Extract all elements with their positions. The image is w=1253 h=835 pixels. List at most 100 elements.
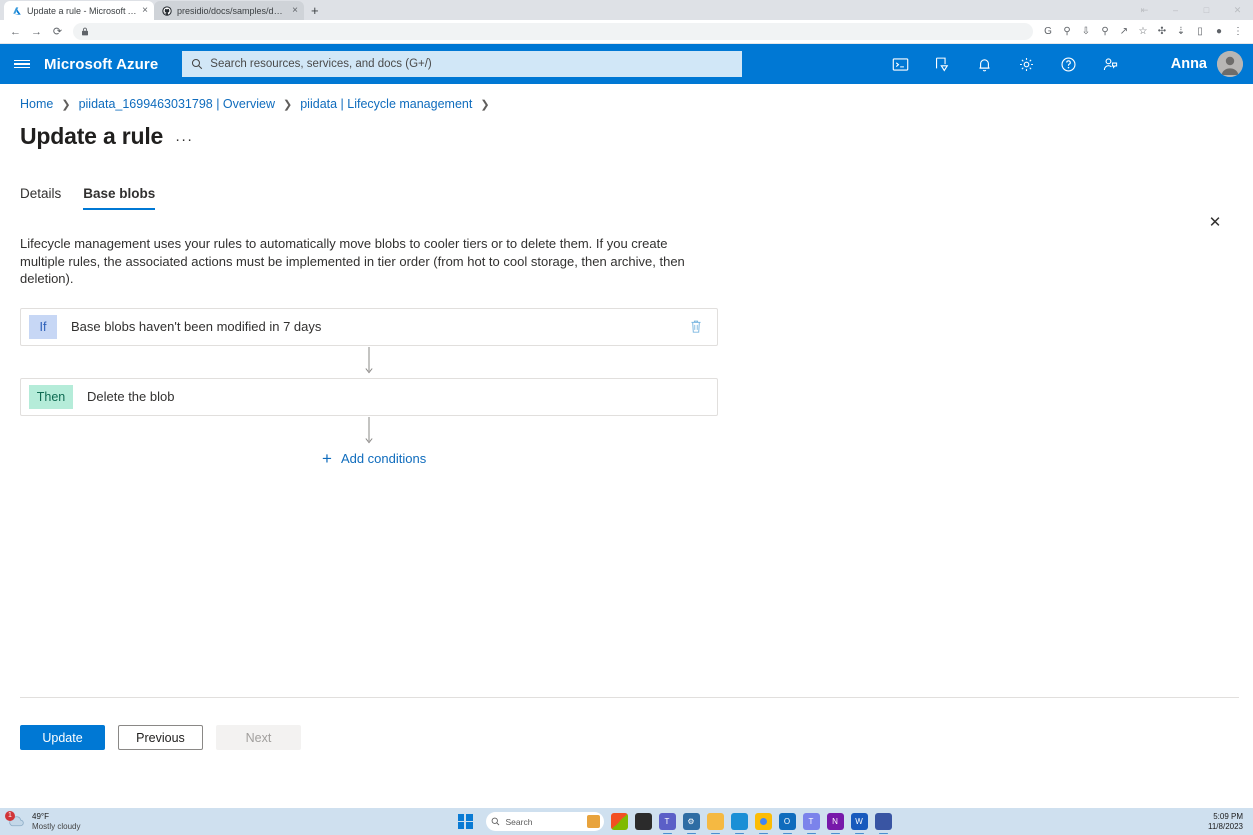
- rules-section: If Base blobs haven't been modified in 7…: [0, 288, 1253, 470]
- connector-arrow-2: [20, 416, 718, 448]
- breadcrumb-item-lifecycle-management[interactable]: piidata | Lifecycle management: [300, 97, 472, 111]
- tab-base-blobs[interactable]: Base blobs: [83, 186, 156, 210]
- blade-tabs: Details Base blobs: [0, 150, 1253, 210]
- settings-gear-icon[interactable]: [1007, 44, 1047, 84]
- settings-icon[interactable]: ⚙: [682, 813, 700, 834]
- chevron-right-icon: ❯: [283, 98, 293, 111]
- taskbar-search-input[interactable]: Search: [485, 812, 604, 831]
- if-condition-text: Base blobs haven't been modified in 7 da…: [71, 319, 322, 334]
- previous-button[interactable]: Previous: [118, 725, 203, 750]
- windows-start-icon[interactable]: [457, 814, 473, 829]
- weather-widget[interactable]: 1 49°F Mostly cloudy: [5, 810, 176, 831]
- browser-tab-title: presidio/docs/samples/deploy: [177, 5, 288, 16]
- file-explorer-icon[interactable]: [706, 813, 724, 834]
- copilot-icon[interactable]: [610, 813, 628, 830]
- address-bar[interactable]: [73, 23, 1033, 40]
- global-search-placeholder: Search resources, services, and docs (G+…: [210, 58, 432, 70]
- chevron-right-icon: ❯: [61, 98, 71, 111]
- word-icon[interactable]: W: [850, 813, 868, 834]
- global-search-input[interactable]: Search resources, services, and docs (G+…: [182, 51, 743, 77]
- install-icon[interactable]: ⇩: [1077, 26, 1095, 37]
- chrome-icon[interactable]: [754, 813, 772, 834]
- more-options-icon[interactable]: ···: [175, 125, 193, 148]
- browser-tab-azure[interactable]: Update a rule - Microsoft Azure ×: [4, 1, 154, 20]
- browser-toolbar: ← → ⟳ G ⚲ ⇩ ⚲ ↗ ☆ ✣ ⇣ ▯ ● ⋮: [0, 20, 1253, 44]
- google-icon[interactable]: G: [1039, 26, 1057, 37]
- then-action-text: Delete the blob: [87, 389, 175, 404]
- cloud-shell-icon[interactable]: [881, 44, 921, 84]
- forward-icon[interactable]: →: [27, 22, 46, 41]
- next-button: Next: [216, 725, 301, 750]
- window-minimize-icon[interactable]: –: [1160, 0, 1191, 20]
- azure-global-header: Microsoft Azure Search resources, servic…: [0, 44, 1253, 84]
- browser-tabstrip: Update a rule - Microsoft Azure × presid…: [0, 0, 1253, 20]
- search-icon: [191, 58, 203, 70]
- username-label: Anna: [1170, 56, 1207, 72]
- file-explorer-dark-icon[interactable]: [634, 813, 652, 830]
- extensions-icon[interactable]: ✣: [1153, 26, 1171, 37]
- breadcrumb-item-storage-overview[interactable]: piidata_1699463031798 | Overview: [79, 97, 275, 111]
- outlook-icon[interactable]: O: [778, 813, 796, 834]
- update-button[interactable]: Update: [20, 725, 105, 750]
- clock-time: 5:09 PM: [1213, 811, 1243, 821]
- teams-icon[interactable]: T: [658, 813, 676, 834]
- feedback-icon[interactable]: [1091, 44, 1131, 84]
- downloads-icon[interactable]: ⇣: [1172, 26, 1190, 37]
- bookmark-star-icon[interactable]: ☆: [1134, 26, 1152, 37]
- close-icon[interactable]: ×: [142, 5, 148, 16]
- breadcrumb-item-home[interactable]: Home: [20, 97, 53, 111]
- weather-temperature: 49°F: [32, 812, 49, 821]
- add-conditions-button[interactable]: + Add conditions: [20, 448, 1253, 470]
- then-badge: Then: [29, 384, 73, 409]
- weather-cloud-icon: 1: [5, 810, 26, 831]
- window-close-icon[interactable]: ✕: [1222, 0, 1253, 20]
- weather-condition: Mostly cloudy: [32, 821, 81, 831]
- weather-notification-badge: 1: [5, 810, 15, 821]
- rule-if-card[interactable]: If Base blobs haven't been modified in 7…: [20, 307, 718, 346]
- zoom-icon[interactable]: ⚲: [1096, 26, 1114, 37]
- if-badge: If: [29, 314, 57, 339]
- visio-icon[interactable]: [874, 813, 892, 834]
- description-text: Lifecycle management uses your rules to …: [20, 236, 685, 286]
- footer-buttons: Update Previous Next: [20, 725, 301, 750]
- github-icon: [162, 5, 172, 16]
- browser-tab-title: Update a rule - Microsoft Azure: [27, 5, 138, 16]
- browser-toolbar-icons: G ⚲ ⇩ ⚲ ↗ ☆ ✣ ⇣ ▯ ● ⋮: [1039, 26, 1247, 37]
- profile-icon[interactable]: ●: [1210, 26, 1228, 37]
- user-account[interactable]: Anna: [1171, 51, 1243, 77]
- trash-icon[interactable]: [689, 319, 703, 334]
- hamburger-icon[interactable]: [0, 44, 44, 84]
- back-icon[interactable]: ←: [6, 22, 25, 41]
- help-question-icon[interactable]: [1049, 44, 1089, 84]
- rule-then-card[interactable]: Then Delete the blob: [20, 377, 718, 416]
- header-action-icons: [881, 44, 1131, 84]
- onenote-icon[interactable]: N: [826, 813, 844, 834]
- connector-arrow-1: [20, 346, 718, 378]
- sidepanel-icon[interactable]: ▯: [1191, 26, 1209, 37]
- azure-icon: [12, 6, 22, 16]
- azure-brand[interactable]: Microsoft Azure: [44, 56, 158, 73]
- close-blade-icon[interactable]: ✕: [1201, 208, 1229, 236]
- page-header: Update a rule ···: [0, 111, 1253, 150]
- taskbar-search-placeholder: Search: [505, 816, 533, 827]
- share-icon[interactable]: ↗: [1115, 26, 1133, 37]
- close-icon[interactable]: ×: [292, 5, 298, 16]
- window-restore-icon[interactable]: ⇤: [1129, 0, 1160, 20]
- key-icon[interactable]: ⚲: [1058, 26, 1076, 37]
- taskbar-clock[interactable]: 5:09 PM 11/8/2023: [1173, 812, 1247, 832]
- tab-details[interactable]: Details: [20, 186, 61, 210]
- browser-chrome: Update a rule - Microsoft Azure × presid…: [0, 0, 1253, 44]
- teams-work-icon[interactable]: T: [802, 813, 820, 834]
- add-conditions-label: Add conditions: [340, 451, 427, 466]
- reload-icon[interactable]: ⟳: [48, 22, 67, 41]
- window-maximize-icon[interactable]: □: [1191, 0, 1222, 20]
- avatar[interactable]: [1217, 51, 1243, 77]
- new-tab-button[interactable]: +: [304, 1, 326, 20]
- edge-icon[interactable]: [730, 813, 748, 834]
- menu-icon[interactable]: ⋮: [1229, 26, 1247, 37]
- browser-tab-github[interactable]: presidio/docs/samples/deploy ×: [154, 1, 304, 20]
- notifications-bell-icon[interactable]: [965, 44, 1005, 84]
- weather-text: 49°F Mostly cloudy: [32, 812, 80, 831]
- briefcase-icon: [586, 815, 600, 828]
- directories-subscriptions-icon[interactable]: [923, 44, 963, 84]
